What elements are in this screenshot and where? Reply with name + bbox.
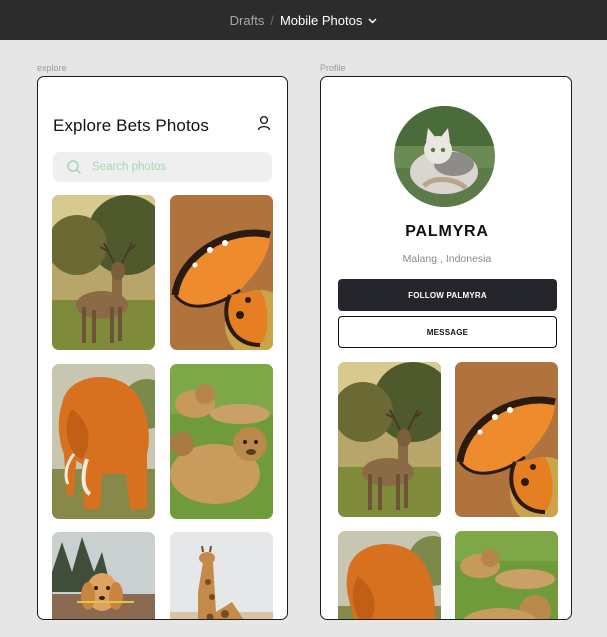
photo-deer[interactable]: [52, 195, 155, 350]
follow-button[interactable]: FOLLOW PALMYRA: [338, 279, 557, 311]
profile-frame[interactable]: PALMYRA Malang , Indonesia FOLLOW PALMYR…: [320, 76, 572, 620]
breadcrumb-separator: /: [270, 12, 274, 28]
search-input[interactable]: [92, 161, 262, 173]
page-title: Explore Bets Photos: [53, 116, 209, 135]
photo-lions[interactable]: [455, 531, 558, 619]
profile-frame-label[interactable]: Profile: [320, 63, 346, 73]
search-icon: [66, 159, 82, 175]
photo-lions[interactable]: [170, 364, 273, 519]
photo-deer[interactable]: [338, 362, 441, 517]
profile-location: Malang , Indonesia: [402, 253, 492, 265]
photo-elephant[interactable]: [52, 364, 155, 519]
photo-butterfly[interactable]: [455, 362, 558, 517]
photo-giraffe[interactable]: [170, 532, 273, 619]
message-button[interactable]: MESSAGE: [338, 316, 557, 348]
explore-frame-label[interactable]: explore: [37, 63, 67, 73]
breadcrumb-drafts[interactable]: Drafts: [230, 13, 265, 28]
search-bar[interactable]: [53, 152, 272, 182]
chevron-down-icon[interactable]: [368, 16, 377, 26]
profile-name: PALMYRA: [405, 223, 489, 240]
photo-butterfly[interactable]: [170, 195, 273, 350]
breadcrumb-file-name[interactable]: Mobile Photos: [280, 13, 362, 28]
avatar[interactable]: [394, 106, 495, 207]
top-bar: Drafts / Mobile Photos: [0, 0, 607, 40]
user-icon[interactable]: [256, 115, 272, 131]
photo-elephant[interactable]: [338, 531, 441, 619]
explore-frame[interactable]: Explore Bets Photos: [37, 76, 288, 620]
photo-dog[interactable]: [52, 532, 155, 619]
